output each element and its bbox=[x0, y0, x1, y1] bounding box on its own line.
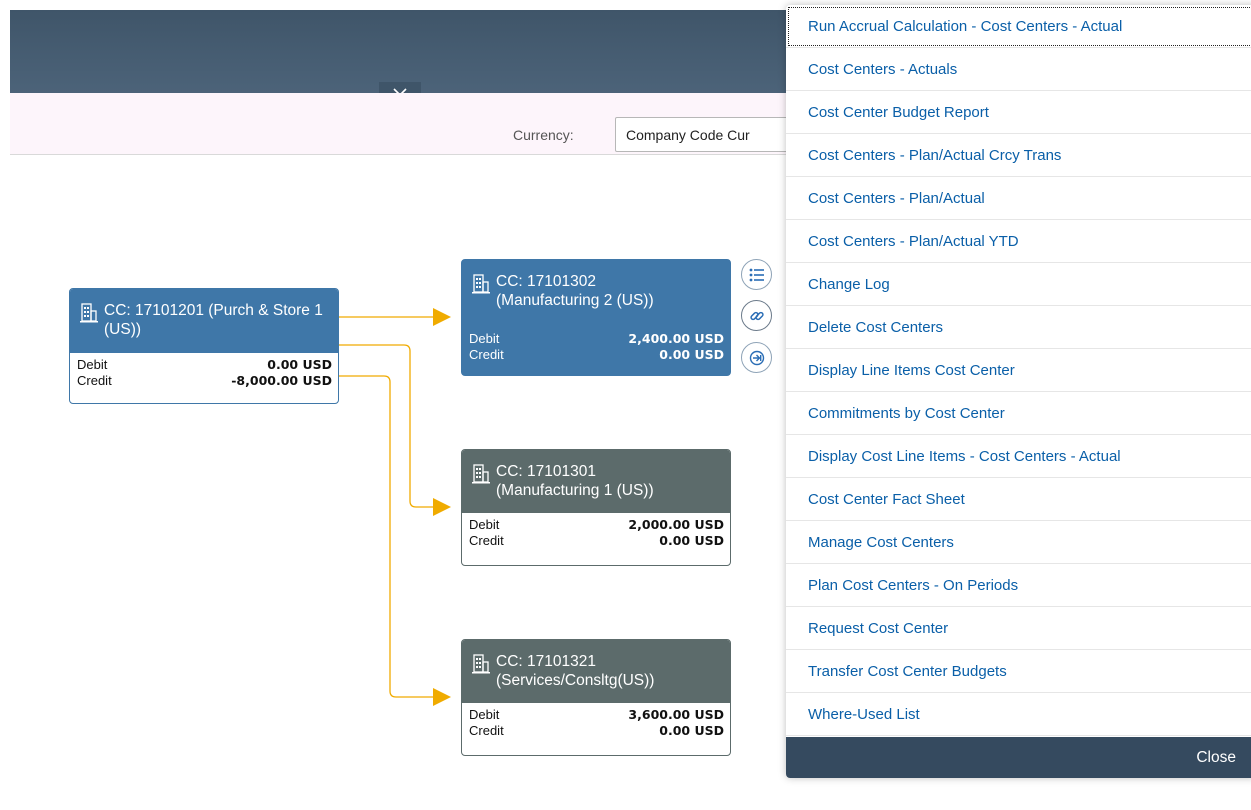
debit-value: 3,600.00 USD bbox=[628, 707, 724, 722]
connector-arrow bbox=[433, 498, 451, 516]
credit-value: 0.00 USD bbox=[659, 723, 724, 738]
menu-item-manage-cost-centers[interactable]: Manage Cost Centers bbox=[786, 521, 1251, 564]
related-apps-popover: Run Accrual Calculation - Cost Centers -… bbox=[786, 5, 1251, 778]
menu-item-cost-centers-actuals[interactable]: Cost Centers - Actuals bbox=[786, 48, 1251, 91]
drilldown-icon bbox=[749, 350, 764, 365]
debit-row: Debit 0.00 USD bbox=[77, 357, 332, 373]
node-body: Debit 2,400.00 USD Credit 0.00 USD bbox=[462, 328, 730, 363]
credit-row: Credit 0.00 USD bbox=[469, 347, 724, 363]
node-header: CC: 17101302 (Manufacturing 2 (US)) bbox=[462, 260, 730, 328]
popover-footer: Close bbox=[786, 737, 1251, 778]
node-title: CC: 17101201 (Purch & Store 1 (US)) bbox=[104, 302, 323, 338]
node-cost-center-17101321[interactable]: CC: 17101321 (Services/Consltg(US)) Debi… bbox=[461, 639, 731, 756]
connector-line bbox=[339, 375, 433, 698]
credit-row: Credit -8,000.00 USD bbox=[77, 373, 332, 389]
node-body: Debit 2,000.00 USD Credit 0.00 USD bbox=[462, 513, 730, 549]
credit-label: Credit bbox=[469, 723, 504, 738]
app-root: Currency: Company Code Cur CC: 17101201 … bbox=[0, 0, 1251, 810]
credit-value: 0.00 USD bbox=[659, 533, 724, 548]
connector-arrow bbox=[433, 308, 451, 326]
menu-item-plan-actual-crcy-trans[interactable]: Cost Centers - Plan/Actual Crcy Trans bbox=[786, 134, 1251, 177]
menu-item-request-cost-center[interactable]: Request Cost Center bbox=[786, 607, 1251, 650]
connector-line bbox=[339, 344, 433, 508]
node-title-line1: CC: 17101321 bbox=[496, 653, 596, 670]
menu-item-where-used-list[interactable]: Where-Used List bbox=[786, 693, 1251, 736]
debit-row: Debit 2,000.00 USD bbox=[469, 517, 724, 533]
building-icon bbox=[80, 303, 98, 323]
debit-value: 2,000.00 USD bbox=[628, 517, 724, 532]
menu-item-change-log[interactable]: Change Log bbox=[786, 263, 1251, 306]
building-icon bbox=[472, 274, 490, 294]
debit-row: Debit 3,600.00 USD bbox=[469, 707, 724, 723]
node-title-line1: CC: 17101301 bbox=[496, 463, 596, 480]
node-cost-center-17101302[interactable]: CC: 17101302 (Manufacturing 2 (US)) Debi… bbox=[461, 259, 731, 376]
node-header: CC: 17101301 (Manufacturing 1 (US)) bbox=[462, 450, 730, 513]
debit-label: Debit bbox=[469, 517, 500, 532]
credit-row: Credit 0.00 USD bbox=[469, 533, 724, 549]
debit-label: Debit bbox=[469, 331, 500, 346]
node-cost-center-17101301[interactable]: CC: 17101301 (Manufacturing 1 (US)) Debi… bbox=[461, 449, 731, 566]
related-apps-list: Run Accrual Calculation - Cost Centers -… bbox=[786, 5, 1251, 736]
debit-label: Debit bbox=[77, 357, 108, 372]
credit-label: Credit bbox=[469, 533, 504, 548]
menu-item-plan-actual-ytd[interactable]: Cost Centers - Plan/Actual YTD bbox=[786, 220, 1251, 263]
menu-item-plan-on-periods[interactable]: Plan Cost Centers - On Periods bbox=[786, 564, 1251, 607]
debit-value: 2,400.00 USD bbox=[628, 331, 724, 346]
node-header: CC: 17101201 (Purch & Store 1 (US)) bbox=[70, 289, 338, 353]
drilldown-button[interactable] bbox=[741, 342, 772, 373]
menu-item-transfer-budgets[interactable]: Transfer Cost Center Budgets bbox=[786, 650, 1251, 693]
menu-item-plan-actual[interactable]: Cost Centers - Plan/Actual bbox=[786, 177, 1251, 220]
node-title: CC: 17101302 (Manufacturing 2 (US)) bbox=[496, 272, 654, 310]
menu-item-cost-center-budget-report[interactable]: Cost Center Budget Report bbox=[786, 91, 1251, 134]
node-body: Debit 3,600.00 USD Credit 0.00 USD bbox=[462, 703, 730, 739]
menu-item-commitments[interactable]: Commitments by Cost Center bbox=[786, 392, 1251, 435]
node-title-line2: (Manufacturing 2 (US)) bbox=[496, 292, 654, 309]
debit-value: 0.00 USD bbox=[267, 357, 332, 372]
building-icon bbox=[472, 464, 490, 484]
node-title: CC: 17101301 (Manufacturing 1 (US)) bbox=[496, 462, 654, 500]
close-button[interactable]: Close bbox=[1196, 737, 1236, 778]
node-title: CC: 17101321 (Services/Consltg(US)) bbox=[496, 652, 654, 690]
node-body: Debit 0.00 USD Credit -8,000.00 USD bbox=[70, 353, 338, 389]
node-cost-center-source[interactable]: CC: 17101201 (Purch & Store 1 (US)) Debi… bbox=[69, 288, 339, 404]
node-title-line2: (Manufacturing 1 (US)) bbox=[496, 482, 654, 499]
credit-label: Credit bbox=[469, 347, 504, 362]
menu-item-display-cost-line-items[interactable]: Display Cost Line Items - Cost Centers -… bbox=[786, 435, 1251, 478]
menu-item-delete-cost-centers[interactable]: Delete Cost Centers bbox=[786, 306, 1251, 349]
details-button[interactable] bbox=[741, 259, 772, 290]
credit-value: 0.00 USD bbox=[659, 347, 724, 362]
menu-item-fact-sheet[interactable]: Cost Center Fact Sheet bbox=[786, 478, 1251, 521]
credit-label: Credit bbox=[77, 373, 112, 388]
connector-arrow bbox=[433, 688, 451, 706]
node-header: CC: 17101321 (Services/Consltg(US)) bbox=[462, 640, 730, 703]
debit-row: Debit 2,400.00 USD bbox=[469, 331, 724, 347]
credit-value: -8,000.00 USD bbox=[231, 373, 332, 388]
menu-item-display-line-items[interactable]: Display Line Items Cost Center bbox=[786, 349, 1251, 392]
node-title-line2: (Services/Consltg(US)) bbox=[496, 672, 655, 689]
related-links-button[interactable] bbox=[741, 300, 772, 331]
list-icon bbox=[749, 268, 764, 281]
debit-label: Debit bbox=[469, 707, 500, 722]
node-title-line1: CC: 17101302 bbox=[496, 273, 596, 290]
credit-row: Credit 0.00 USD bbox=[469, 723, 724, 739]
link-icon bbox=[749, 311, 764, 320]
building-icon bbox=[472, 654, 490, 674]
menu-item-run-accrual-calculation[interactable]: Run Accrual Calculation - Cost Centers -… bbox=[786, 5, 1251, 48]
